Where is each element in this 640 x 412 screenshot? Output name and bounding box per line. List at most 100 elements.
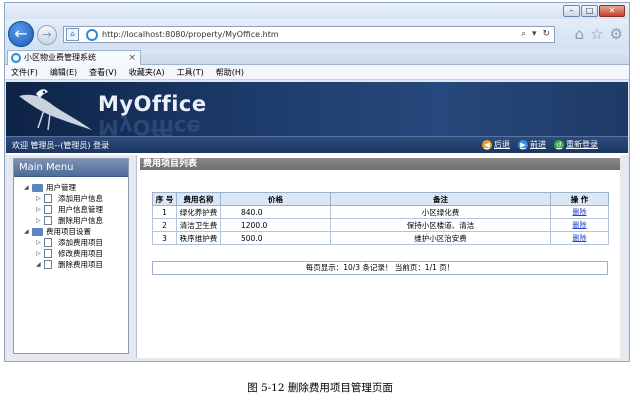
menu-favorites[interactable]: 收藏夹(A) — [129, 67, 165, 78]
site-logo-reflection: MyOffice — [98, 115, 201, 136]
cell-action: 删除 — [550, 231, 609, 245]
tree-item-label: 添加用户信息 — [58, 194, 103, 203]
tab-close-icon[interactable]: × — [128, 51, 136, 65]
cell-action: 删除 — [550, 205, 609, 219]
minimize-button[interactable]: – — [563, 5, 580, 17]
bird-logo-icon — [19, 89, 92, 131]
cell-price: 500.0 — [220, 231, 331, 245]
tree-item-edit-fee[interactable]: ▷ 修改费用项目 — [36, 248, 128, 259]
document-icon — [44, 249, 52, 258]
delete-link[interactable]: 删除 — [573, 208, 587, 216]
forward-link-label: 前进 — [530, 140, 546, 149]
collapsed-arrow-icon: ▷ — [36, 206, 41, 213]
tree-item-delete-fee[interactable]: ◢ 删除费用项目 — [36, 259, 128, 270]
menu-view[interactable]: 查看(V) — [89, 67, 117, 78]
tree-item-manage-users[interactable]: ▷ 用户信息管理 — [36, 204, 128, 215]
search-icon[interactable]: ⌕ — [521, 29, 526, 39]
window-controls: – □ ✕ — [562, 5, 625, 17]
settings-gear-icon[interactable]: ⚙ — [610, 26, 623, 42]
column-header-no: 序 号 — [152, 192, 177, 206]
back-button[interactable]: ← — [8, 21, 34, 47]
tree-item-label: 添加费用项目 — [58, 238, 103, 247]
document-icon — [44, 205, 52, 214]
cell-note: 维护小区治安费 — [330, 231, 551, 245]
tree-group-fees[interactable]: ◢ 费用项目设置 — [24, 226, 128, 237]
cell-no: 1 — [152, 205, 177, 219]
relogin-icon: ↺ — [554, 139, 564, 150]
favorites-star-icon[interactable]: ☆ — [590, 26, 603, 42]
pager-info: 每页显示：10/3 条记录！ 当前页：1/1 页！ — [152, 261, 608, 275]
back-arrow-icon: ◀ — [482, 139, 492, 150]
cell-price: 1200.0 — [220, 218, 331, 232]
status-bar: 欢迎 管理员--(管理员) 登录 ◀ 后退 ▶ 前进 ↺ 重新登录 — [6, 136, 628, 153]
table-row: 2 清洁卫生费 1200.0 保持小区楼道、清洁 删除 — [152, 218, 609, 232]
main-panel: 费用项目列表 序 号 费用名称 价格 备注 操 作 1 绿化养护费 840.0 … — [136, 155, 620, 358]
browser-tool-icons: ⌂ ☆ ⚙ — [569, 26, 623, 42]
document-icon — [44, 260, 52, 269]
menu-file[interactable]: 文件(F) — [11, 67, 38, 78]
compat-view-icon[interactable]: ⌂ — [66, 28, 79, 41]
sidebar: Main Menu ◢ 用户管理 ▷ 添加用户信息 ▷ 用户信息管理 ▷ 删除用… — [13, 158, 129, 354]
window-titlebar: – □ ✕ — [5, 3, 629, 19]
tree-group-users[interactable]: ◢ 用户管理 — [24, 182, 128, 193]
address-tools: ⌕ ▾ ↻ — [518, 29, 550, 39]
back-link[interactable]: ◀ 后退 — [482, 139, 510, 150]
expanded-arrow-icon: ◢ — [36, 261, 41, 268]
cell-no: 3 — [152, 231, 177, 245]
browser-window: – □ ✕ ← → ⌂ http://localhost:8080/proper… — [4, 2, 630, 362]
expanded-arrow-icon[interactable]: ◢ — [24, 226, 29, 237]
menu-tools[interactable]: 工具(T) — [177, 67, 204, 78]
forward-link[interactable]: ▶ 前进 — [518, 139, 546, 150]
table-row: 3 秩序维护费 500.0 维护小区治安费 删除 — [152, 231, 609, 245]
tree-item-label: 删除用户信息 — [58, 216, 103, 225]
collapsed-arrow-icon: ▷ — [36, 217, 41, 224]
tree-item-add-fee[interactable]: ▷ 添加费用项目 — [36, 237, 128, 248]
browser-tab[interactable]: 小区物业费管理系统 × — [7, 50, 141, 65]
cell-action: 删除 — [550, 218, 609, 232]
menu-bar: 文件(F) 编辑(E) 查看(V) 收藏夹(A) 工具(T) 帮助(H) — [5, 65, 629, 80]
close-window-button[interactable]: ✕ — [599, 5, 625, 17]
tree-group-label: 费用项目设置 — [46, 227, 91, 236]
table-header-row: 序 号 费用名称 价格 备注 操 作 — [152, 192, 609, 206]
delete-link[interactable]: 删除 — [573, 234, 587, 242]
folder-icon — [32, 228, 43, 236]
column-header-name: 费用名称 — [176, 192, 221, 206]
cell-no: 2 — [152, 218, 177, 232]
relogin-link-label: 重新登录 — [566, 140, 598, 149]
home-icon[interactable]: ⌂ — [575, 26, 585, 42]
menu-help[interactable]: 帮助(H) — [216, 67, 244, 78]
web-page: MyOffice MyOffice 欢迎 管理员--(管理员) 登录 ◀ 后退 ▶… — [6, 82, 628, 361]
forward-arrow-icon: ▶ — [518, 139, 528, 150]
tree-item-delete-user[interactable]: ▷ 删除用户信息 — [36, 215, 128, 226]
tree-item-label: 用户信息管理 — [58, 205, 103, 214]
welcome-text: 欢迎 管理员--(管理员) 登录 — [12, 141, 110, 150]
ie-tab-icon — [11, 53, 21, 63]
column-header-action: 操 作 — [550, 192, 609, 206]
forward-button[interactable]: → — [37, 25, 57, 45]
refresh-icon[interactable]: ↻ — [542, 29, 550, 39]
page-nav-links: ◀ 后退 ▶ 前进 ↺ 重新登录 — [474, 139, 598, 150]
browser-navbar: ← → ⌂ http://localhost:8080/property/MyO… — [5, 19, 629, 49]
expanded-arrow-icon[interactable]: ◢ — [24, 182, 29, 193]
document-icon — [44, 194, 52, 203]
url-text[interactable]: http://localhost:8080/property/MyOffice.… — [102, 30, 279, 39]
menu-edit[interactable]: 编辑(E) — [50, 67, 77, 78]
collapsed-arrow-icon: ▷ — [36, 239, 41, 246]
tree-item-add-user[interactable]: ▷ 添加用户信息 — [36, 193, 128, 204]
document-icon — [44, 238, 52, 247]
maximize-button[interactable]: □ — [581, 5, 598, 17]
cell-note: 保持小区楼道、清洁 — [330, 218, 551, 232]
document-icon — [44, 216, 52, 225]
cell-price: 840.0 — [220, 205, 331, 219]
cell-name: 绿化养护费 — [176, 205, 221, 219]
tree-item-label: 修改费用项目 — [58, 249, 103, 258]
fee-table: 序 号 费用名称 价格 备注 操 作 1 绿化养护费 840.0 小区绿化费 删… — [152, 192, 609, 245]
dropdown-icon[interactable]: ▾ — [532, 29, 537, 39]
collapsed-arrow-icon: ▷ — [36, 195, 41, 202]
collapsed-arrow-icon: ▷ — [36, 250, 41, 257]
delete-link[interactable]: 删除 — [573, 221, 587, 229]
folder-icon — [32, 184, 43, 192]
address-bar[interactable]: ⌂ http://localhost:8080/property/MyOffic… — [63, 26, 555, 43]
ie-page-icon — [86, 29, 98, 41]
relogin-link[interactable]: ↺ 重新登录 — [554, 139, 598, 150]
